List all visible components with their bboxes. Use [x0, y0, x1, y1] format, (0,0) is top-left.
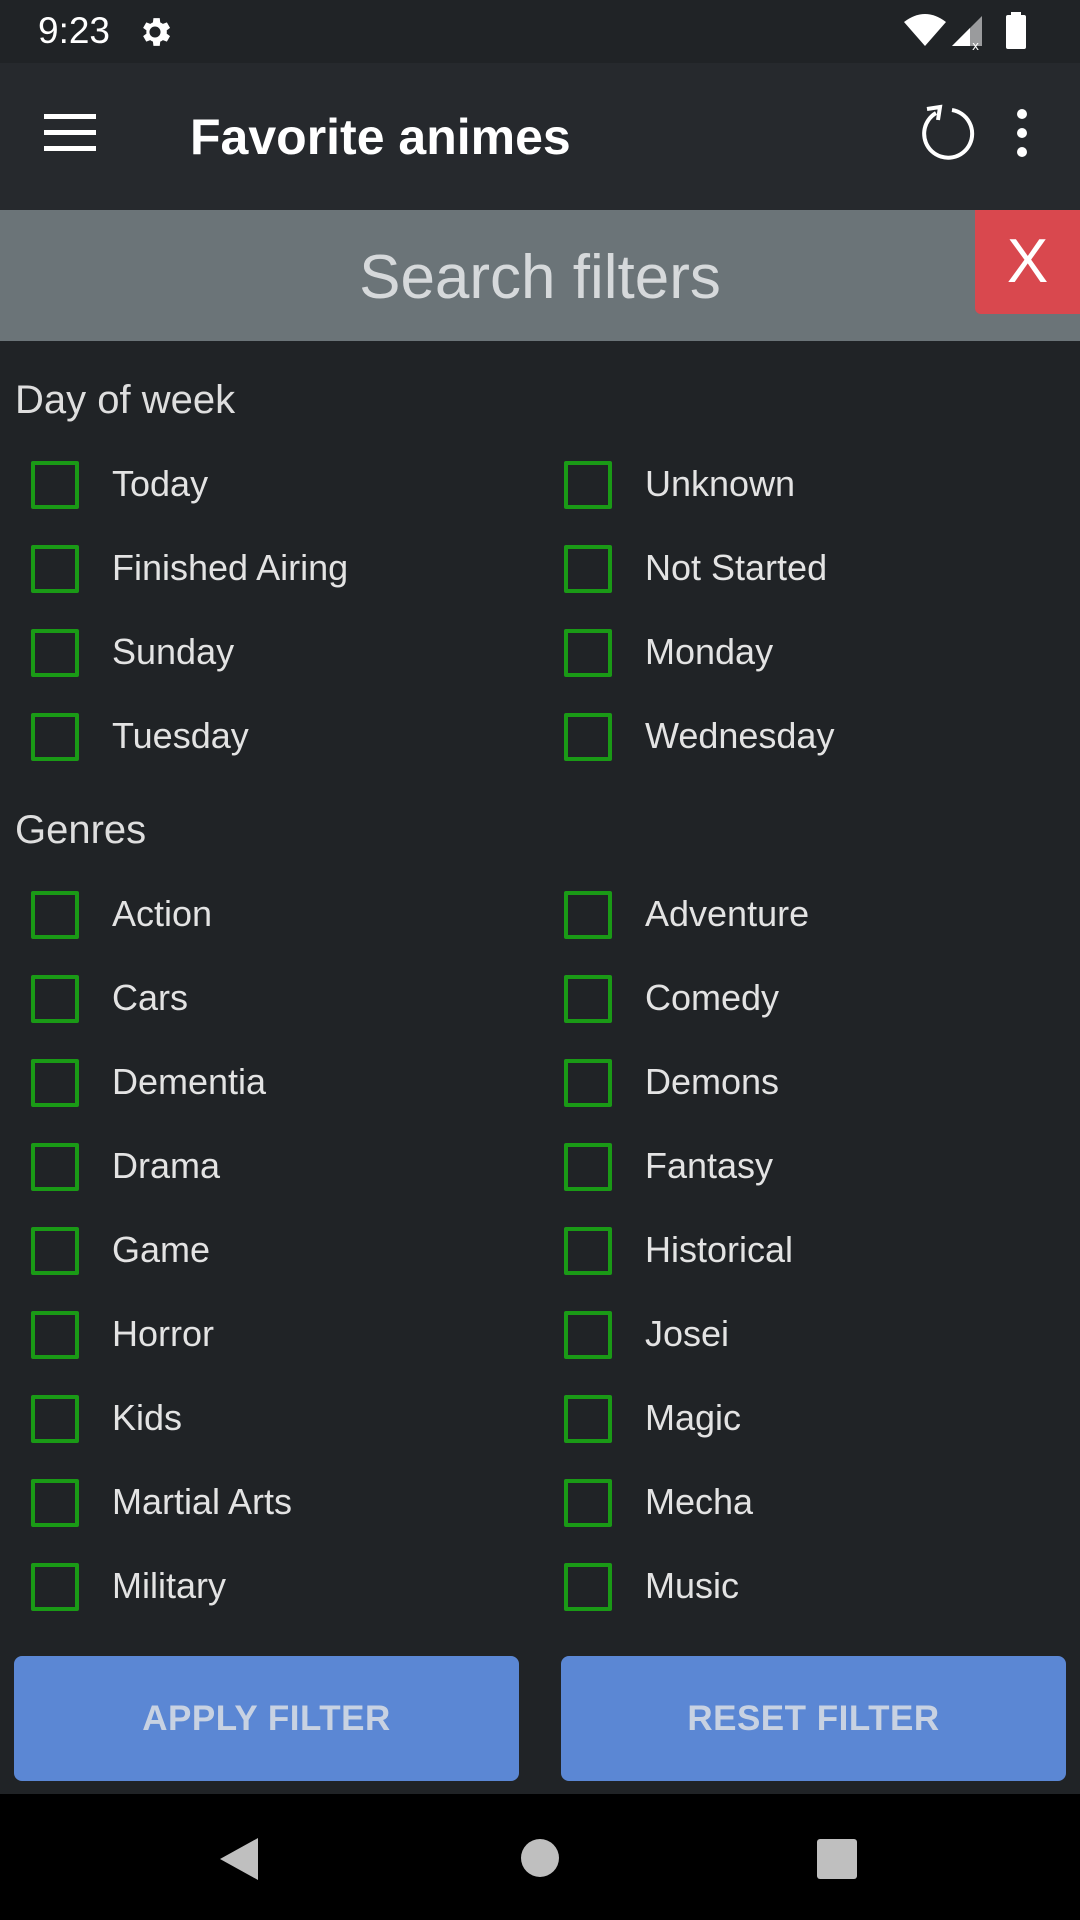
checkbox-box[interactable] [31, 1311, 79, 1359]
checkbox-box[interactable] [564, 461, 612, 509]
checkbox-label: Drama [112, 1145, 221, 1186]
reset-filter-button[interactable]: RESET FILTER [561, 1656, 1066, 1781]
checkbox-box[interactable] [564, 1395, 612, 1443]
battery-icon [1006, 15, 1026, 49]
section-title-genres: Genres [15, 808, 147, 852]
checkbox-box[interactable] [564, 713, 612, 761]
settings-gear-icon [143, 18, 171, 46]
checkbox-label: Sunday [112, 631, 235, 672]
checkbox-label: Historical [645, 1229, 794, 1270]
checkbox-label: Josei [645, 1313, 730, 1354]
checkbox-label: Horror [112, 1313, 215, 1354]
checkbox-label: Not Started [645, 547, 828, 588]
checkbox-label: Wednesday [645, 715, 835, 756]
checkbox-label: Adventure [645, 893, 810, 934]
checkbox-box[interactable] [31, 1395, 79, 1443]
checkbox-label: Action [112, 893, 213, 934]
checkbox-box[interactable] [564, 1563, 612, 1611]
status-icons: x [904, 12, 1026, 52]
checkbox-box[interactable] [31, 545, 79, 593]
checkbox-box[interactable] [31, 1479, 79, 1527]
checkbox-box[interactable] [564, 891, 612, 939]
checkbox-label: Cars [112, 977, 189, 1018]
checkbox-label: Today [112, 463, 209, 504]
filter-header: Search filters X [0, 210, 1080, 341]
checkbox-box[interactable] [31, 1563, 79, 1611]
navigation-bar [0, 1794, 1080, 1920]
checkbox-label: Kids [112, 1397, 183, 1438]
app-bar: Favorite animes [0, 63, 1080, 210]
checkbox-label: Finished Airing [112, 547, 349, 588]
checkbox-label: Monday [645, 631, 774, 672]
refresh-icon[interactable] [918, 103, 978, 163]
checkbox-box[interactable] [564, 545, 612, 593]
filter-title: Search filters [359, 243, 721, 312]
apply-filter-button[interactable]: APPLY FILTER [14, 1656, 519, 1781]
checkbox-box[interactable] [564, 975, 612, 1023]
checkbox-label: Music [645, 1565, 740, 1606]
checkbox-box[interactable] [31, 713, 79, 761]
status-time: 9:23 [38, 10, 111, 51]
checkbox-label: Tuesday [112, 715, 249, 756]
checkbox-box[interactable] [31, 975, 79, 1023]
page-title: Favorite animes [190, 109, 571, 165]
close-button[interactable]: X [975, 210, 1080, 314]
checkbox-label: Magic [645, 1397, 742, 1438]
overflow-menu-icon[interactable] [1004, 107, 1040, 159]
hamburger-menu-icon[interactable] [44, 111, 100, 155]
checkbox-box[interactable] [31, 629, 79, 677]
checkbox-label: Mecha [645, 1481, 754, 1522]
checkbox-box[interactable] [31, 1059, 79, 1107]
checkbox-box[interactable] [31, 461, 79, 509]
checkbox-label: Military [112, 1565, 226, 1606]
wifi-icon [904, 14, 946, 46]
checkbox-box[interactable] [31, 891, 79, 939]
checkbox-box[interactable] [564, 1311, 612, 1359]
checkbox-box[interactable] [564, 1059, 612, 1107]
status-bar: 9:23 x [0, 0, 1080, 63]
checkbox-label: Martial Arts [112, 1481, 293, 1522]
back-icon[interactable] [218, 1836, 260, 1882]
checkbox-label: Unknown [645, 463, 796, 504]
checkbox-box[interactable] [564, 1227, 612, 1275]
checkbox-label: Fantasy [645, 1145, 774, 1186]
checkbox-box[interactable] [564, 1479, 612, 1527]
checkbox-label: Dementia [112, 1061, 267, 1102]
checkbox-box[interactable] [564, 1143, 612, 1191]
checkbox-label: Comedy [645, 977, 780, 1018]
recents-icon[interactable] [817, 1839, 857, 1879]
checkbox-box[interactable] [31, 1227, 79, 1275]
home-icon[interactable] [520, 1838, 560, 1878]
checkbox-box[interactable] [31, 1143, 79, 1191]
checkbox-label: Demons [645, 1061, 780, 1102]
checkbox-box[interactable] [564, 629, 612, 677]
section-title-day-of-week: Day of week [15, 378, 236, 422]
svg-text:x: x [972, 39, 979, 52]
checkbox-label: Game [112, 1229, 211, 1270]
